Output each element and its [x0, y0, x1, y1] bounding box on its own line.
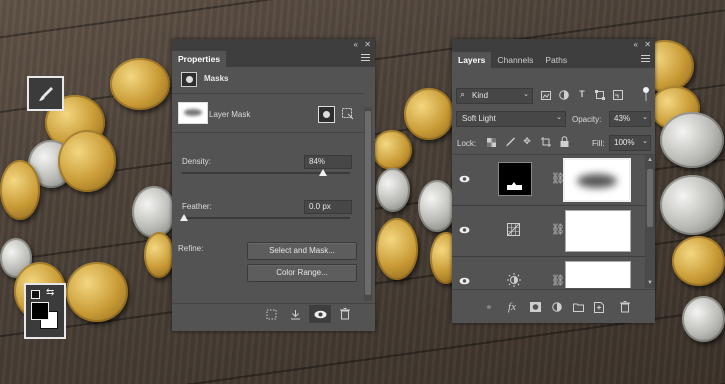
layer-mask-thumbnail[interactable]	[565, 210, 631, 252]
visibility-eye-icon[interactable]	[459, 277, 470, 285]
filter-type-icon[interactable]: T	[576, 88, 588, 100]
lock-pixels-brush-icon[interactable]	[504, 136, 516, 148]
search-icon: ⌕	[460, 89, 466, 99]
blend-mode-value: Soft Light	[462, 114, 496, 123]
density-field[interactable]: 84%	[304, 155, 352, 169]
layer-row-solid-color[interactable]: ⛓	[452, 155, 645, 206]
opacity-field[interactable]: 43% ⌄	[609, 111, 651, 127]
properties-topbar: « ✕	[172, 39, 375, 50]
mask-icon	[181, 72, 197, 87]
properties-tabrow: Properties	[172, 50, 375, 67]
fill-value: 100%	[614, 138, 635, 147]
layer-mask-thumbnail-selected[interactable]	[563, 158, 631, 202]
feather-label: Feather:	[182, 202, 212, 211]
filter-kind-select[interactable]: ⌕ Kind ⌄	[456, 88, 533, 104]
filter-toggle-switch[interactable]	[642, 87, 650, 101]
delete-mask-icon[interactable]	[338, 307, 352, 321]
new-adjustment-layer-icon[interactable]	[550, 300, 564, 314]
filter-pixel-icon[interactable]	[540, 89, 552, 101]
vector-mask-button[interactable]	[340, 106, 354, 120]
scroll-down-icon[interactable]: ▼	[647, 280, 653, 286]
properties-panel: « ✕ Properties Masks Layer Mask Density:…	[172, 39, 375, 331]
layers-tabrow: Layers Channels Paths	[452, 50, 655, 68]
feather-field[interactable]: 0.0 px	[304, 200, 352, 214]
collapse-icon[interactable]: «	[634, 39, 638, 50]
close-icon[interactable]: ✕	[364, 39, 371, 50]
tab-channels[interactable]: Channels	[491, 52, 539, 68]
vector-mask-icon	[341, 107, 353, 119]
lock-label: Lock:	[457, 139, 477, 148]
solid-color-fill-thumbnail[interactable]	[498, 162, 532, 196]
filter-adjustment-icon[interactable]	[558, 89, 570, 101]
scroll-up-icon[interactable]: ▲	[647, 157, 653, 163]
layers-scroll-thumb[interactable]	[647, 169, 653, 227]
panel-menu-icon[interactable]	[361, 54, 370, 62]
tab-properties[interactable]: Properties	[172, 51, 227, 67]
properties-scrollbar[interactable]	[364, 107, 372, 301]
pixel-mask-button[interactable]	[318, 106, 335, 123]
filter-shape-icon[interactable]	[594, 89, 606, 101]
load-selection-icon[interactable]	[264, 307, 278, 321]
lock-transparent-icon[interactable]	[485, 136, 497, 148]
new-layer-icon[interactable]	[592, 300, 606, 314]
lock-artboard-icon[interactable]	[540, 136, 552, 148]
properties-scroll-thumb[interactable]	[365, 111, 371, 295]
foreground-color-swatch[interactable]	[31, 302, 49, 320]
add-layer-style-fx-icon[interactable]: fx	[504, 300, 520, 314]
layer-mask-thumbnail[interactable]	[178, 102, 208, 124]
new-group-folder-icon[interactable]	[571, 300, 585, 314]
tab-layers[interactable]: Layers	[452, 52, 492, 68]
brush-icon	[38, 86, 53, 101]
lock-position-move-icon[interactable]: ✥	[521, 135, 533, 147]
add-mask-icon[interactable]	[528, 300, 542, 314]
brightness-contrast-icon	[507, 273, 521, 287]
default-colors-icon[interactable]	[31, 290, 40, 299]
fill-label: Fill:	[592, 139, 605, 148]
chevron-down-icon: ⌄	[556, 114, 562, 121]
filter-smart-object-icon[interactable]	[612, 89, 624, 101]
layers-list: ⛓ ⛓ ⛓	[452, 155, 645, 288]
delete-layer-icon[interactable]	[618, 300, 632, 314]
color-swatches: ⇆	[24, 283, 66, 339]
collapse-icon[interactable]: «	[354, 39, 358, 50]
layer-mask-thumbnail[interactable]	[565, 261, 631, 288]
chevron-down-icon: ⌄	[523, 91, 529, 98]
select-and-mask-button[interactable]: Select and Mask...	[247, 242, 357, 260]
layer-row-brightness-contrast[interactable]: ⛓	[452, 257, 645, 288]
swap-colors-icon[interactable]: ⇆	[46, 287, 54, 298]
density-slider-thumb[interactable]	[319, 169, 328, 176]
link-chain-icon[interactable]: ⛓	[551, 223, 565, 236]
visibility-eye-icon[interactable]	[459, 175, 470, 183]
visibility-eye-icon[interactable]	[459, 226, 470, 234]
blend-mode-select[interactable]: Soft Light ⌄	[456, 111, 566, 127]
layer-mask-label: Layer Mask	[209, 110, 251, 119]
link-chain-icon[interactable]: ⛓	[551, 274, 565, 287]
masks-section-title: Masks	[204, 74, 229, 83]
filter-kind-value: Kind	[472, 91, 489, 100]
tab-paths[interactable]: Paths	[539, 52, 573, 68]
gradient-map-icon	[507, 223, 520, 236]
layers-panel: « ✕ Layers Channels Paths ⌕ Kind ⌄ T Sof…	[452, 39, 655, 323]
apply-mask-icon[interactable]	[288, 307, 302, 321]
opacity-label: Opacity:	[572, 115, 602, 124]
chevron-down-icon: ⌄	[642, 138, 648, 145]
color-range-button[interactable]: Color Range...	[247, 264, 357, 282]
opacity-value: 43%	[614, 114, 631, 123]
refine-label: Refine:	[178, 244, 204, 253]
feather-slider-track[interactable]	[182, 217, 350, 219]
feather-slider-thumb[interactable]	[180, 214, 188, 221]
density-label: Density:	[182, 157, 211, 166]
brush-tool-button[interactable]	[27, 76, 64, 111]
layer-row-gradient-map[interactable]: ⛓	[452, 206, 645, 257]
chevron-down-icon: ⌄	[642, 114, 648, 121]
close-icon[interactable]: ✕	[644, 39, 651, 50]
layers-scrollbar[interactable]: ▲ ▼	[645, 155, 655, 288]
link-layers-icon[interactable]: ⚭	[482, 301, 496, 313]
panel-menu-icon[interactable]	[641, 55, 650, 63]
lock-all-icon[interactable]	[558, 135, 570, 147]
fill-field[interactable]: 100% ⌄	[609, 135, 651, 151]
visibility-eye-icon[interactable]	[309, 305, 331, 323]
layers-topbar: « ✕	[452, 39, 655, 50]
